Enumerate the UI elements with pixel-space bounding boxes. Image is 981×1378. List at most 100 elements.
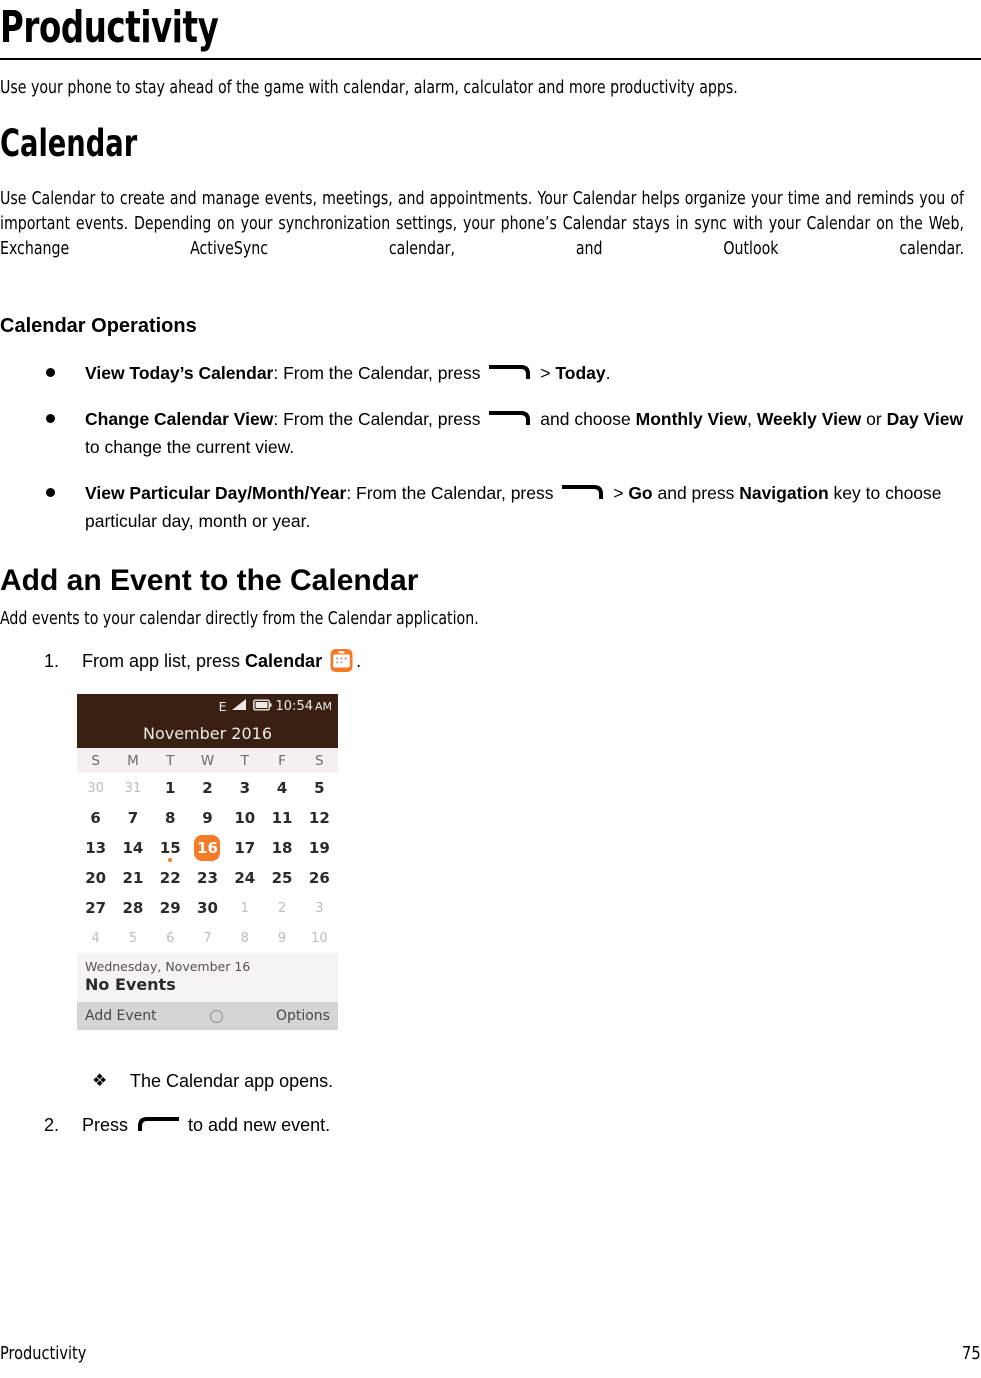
calendar-day-number: 26 — [308, 869, 330, 887]
calendar-day-cell[interactable]: 9 — [189, 803, 226, 833]
operation-text: : From the Calendar, press — [346, 483, 559, 503]
calendar-day-cell[interactable]: 30 — [77, 773, 114, 803]
calendar-day-cell[interactable]: 10 — [301, 923, 338, 953]
result-note: ❖ The Calendar app opens. — [0, 1066, 981, 1096]
calendar-day-cell[interactable]: 25 — [263, 863, 300, 893]
calendar-day-cell[interactable]: 1 — [152, 773, 189, 803]
calendar-day-cell[interactable]: 6 — [77, 803, 114, 833]
calendar-day-number: 2 — [277, 900, 287, 916]
calendar-day-number: 17 — [234, 839, 256, 857]
footer-section: Productivity — [0, 1343, 87, 1364]
diamond-bullet-icon: ❖ — [92, 1071, 108, 1090]
operation-term: View Today’s Calendar — [85, 363, 274, 383]
signal-bars-icon — [231, 698, 248, 714]
calendar-day-cell[interactable]: 1 — [226, 893, 263, 923]
ok-ring-icon[interactable] — [209, 1009, 223, 1023]
calendar-day-cell[interactable]: 11 — [263, 803, 300, 833]
right-soft-key-options[interactable]: Options — [276, 1008, 330, 1024]
calendar-day-cell[interactable]: 13 — [77, 833, 114, 863]
calendar-day-cell[interactable]: 15 — [152, 833, 189, 863]
calendar-day-cell[interactable]: 3 — [226, 773, 263, 803]
calendar-day-number: 20 — [85, 869, 107, 887]
event-indicator-dot — [168, 858, 173, 862]
calendar-day-cell[interactable]: 26 — [301, 863, 338, 893]
soft-key-bar: Add Event Options — [77, 1002, 338, 1030]
step-text: to add new event. — [183, 1115, 331, 1135]
battery-icon — [252, 699, 272, 714]
calendar-day-number: 16 — [197, 839, 218, 857]
operation-term: Change Calendar View — [85, 409, 274, 429]
calendar-day-number: 6 — [90, 809, 101, 827]
add-event-steps-continued: 2. Press to add new event. — [0, 1110, 981, 1140]
calendar-day-cell[interactable]: 18 — [263, 833, 300, 863]
weekday-header: W — [200, 752, 215, 769]
calendar-day-cell[interactable]: 24 — [226, 863, 263, 893]
calendar-day-number: 30 — [87, 780, 104, 796]
calendar-day-number: 22 — [159, 869, 181, 887]
operation-text: , — [747, 409, 757, 429]
add-event-description: Add events to your calendar directly fro… — [0, 609, 479, 629]
weekday-header: M — [127, 752, 139, 769]
operation-text: . — [605, 363, 611, 383]
calendar-day-cell[interactable]: 16 — [189, 833, 226, 863]
calendar-day-cell[interactable]: 31 — [114, 773, 151, 803]
calendar-day-cell[interactable]: 2 — [263, 893, 300, 923]
operation-text: and choose — [535, 409, 636, 429]
calendar-day-number: 15 — [159, 839, 181, 857]
operation-bold: Navigation — [739, 483, 829, 503]
calendar-day-cell[interactable]: 3 — [301, 893, 338, 923]
page-title: Productivity — [0, 2, 219, 53]
calendar-day-number: 11 — [271, 809, 293, 827]
step-text: From app list, press — [82, 651, 246, 671]
calendar-day-number: 18 — [271, 839, 293, 857]
calendar-operations-list: View Today’s Calendar : From the Calendar… — [0, 359, 981, 535]
calendar-day-cell[interactable]: 2 — [189, 773, 226, 803]
calendar-day-cell[interactable]: 29 — [152, 893, 189, 923]
calendar-day-cell[interactable]: 28 — [114, 893, 151, 923]
calendar-day-cell[interactable]: 7 — [114, 803, 151, 833]
operation-bold: Weekly View — [756, 409, 862, 429]
calendar-day-grid[interactable]: 30 31 1 2 3 4 5 6 7 8 9 10 11 12 13 14 15 16 17 18 19 20 21 22 2… — [77, 773, 338, 953]
calendar-day-cell[interactable]: 30 — [189, 893, 226, 923]
result-note-text: The Calendar app opens. — [130, 1071, 334, 1091]
calendar-day-cell[interactable]: 6 — [152, 923, 189, 953]
calendar-day-cell[interactable]: 8 — [152, 803, 189, 833]
calendar-day-cell[interactable]: 27 — [77, 893, 114, 923]
calendar-day-number: 8 — [164, 809, 176, 827]
calendar-day-cell[interactable]: 12 — [301, 803, 338, 833]
left-softkey-icon — [136, 1116, 180, 1133]
calendar-day-cell[interactable]: 9 — [263, 923, 300, 953]
calendar-day-cell[interactable]: 19 — [301, 833, 338, 863]
calendar-app-icon[interactable] — [329, 648, 354, 673]
calendar-day-number: 4 — [276, 779, 288, 797]
operation-text: or — [861, 409, 887, 429]
step-text: Press — [82, 1115, 134, 1135]
status-period: AM — [314, 699, 332, 713]
calendar-day-number: 7 — [203, 930, 212, 946]
calendar-day-cell[interactable]: 23 — [189, 863, 226, 893]
calendar-day-number: 2 — [202, 779, 213, 797]
calendar-day-number: 6 — [166, 930, 175, 946]
calendar-day-cell[interactable]: 7 — [189, 923, 226, 953]
calendar-day-number: 12 — [308, 809, 330, 827]
list-item: Change Calendar View: From the Calendar,… — [0, 405, 981, 461]
calendar-day-cell[interactable]: 5 — [301, 773, 338, 803]
calendar-day-cell[interactable]: 4 — [77, 923, 114, 953]
calendar-day-cell[interactable]: 14 — [114, 833, 151, 863]
calendar-day-cell[interactable]: 10 — [226, 803, 263, 833]
calendar-day-cell[interactable]: 4 — [263, 773, 300, 803]
operation-text: : From the Calendar, press — [273, 409, 486, 429]
calendar-day-cell[interactable]: 21 — [114, 863, 151, 893]
manual-page: Productivity Use your phone to stay ahea… — [0, 0, 981, 1378]
calendar-heading: Calendar — [0, 122, 138, 165]
step-1: 1. From app list, press Calendar . — [0, 646, 981, 676]
calendar-day-cell[interactable]: 17 — [226, 833, 263, 863]
calendar-day-cell[interactable]: 20 — [77, 863, 114, 893]
calendar-day-cell[interactable]: 5 — [114, 923, 151, 953]
calendar-day-cell[interactable]: 22 — [152, 863, 189, 893]
left-soft-key-add-event[interactable]: Add Event — [85, 1008, 157, 1024]
operation-text: to change the current view. — [85, 437, 295, 457]
calendar-day-number: 5 — [128, 930, 138, 946]
calendar-day-cell[interactable]: 8 — [226, 923, 263, 953]
footer-page-number: 75 — [962, 1343, 981, 1364]
